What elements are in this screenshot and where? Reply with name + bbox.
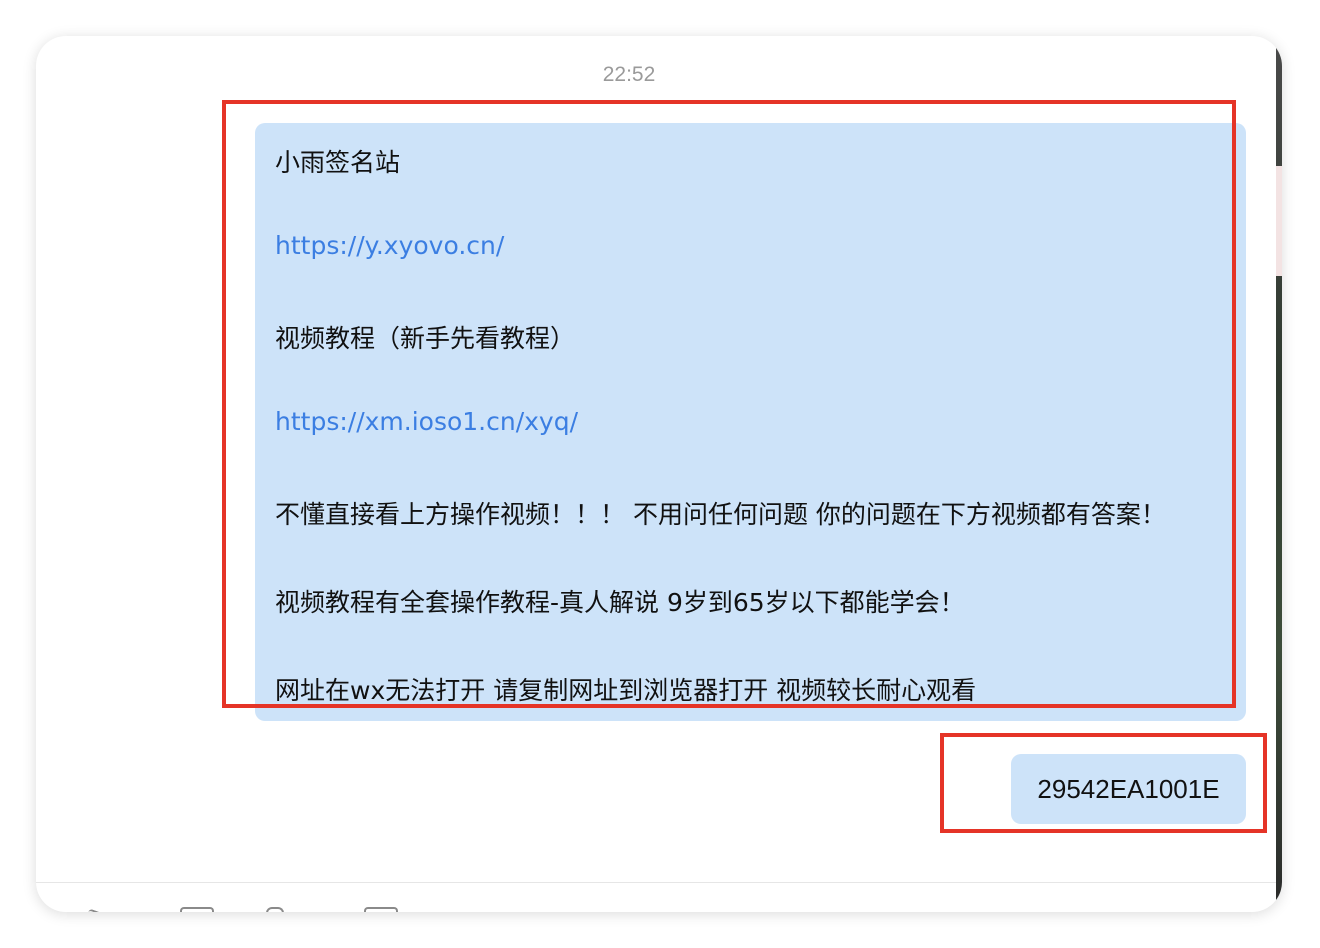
message-timestamp: 22:52 <box>602 63 656 86</box>
message-bubble[interactable]: 小雨签名站 https://y.xyovo.cn/ 视频教程（新手先看教程） h… <box>255 123 1246 721</box>
message-link[interactable]: https://xm.ioso1.cn/xyq/ <box>275 407 578 436</box>
message-line: 视频教程有全套操作教程-真人解说 9岁到65岁以下都能学会！ <box>275 588 965 617</box>
message-line: 小雨签名站 <box>275 148 401 177</box>
attachment-icon[interactable] <box>266 907 284 912</box>
folder-icon[interactable] <box>180 907 214 912</box>
input-divider <box>36 882 1276 883</box>
message-line: 不懂直接看上方操作视频！！！ 不用问任何问题 你的问题在下方视频都有答案！ <box>275 500 1166 529</box>
chat-window: 22:52 小雨签名站 https://y.xyovo.cn/ 视频教程（新手先… <box>36 36 1282 912</box>
background-window-edge <box>1276 36 1282 912</box>
message-line: 网址在wx无法打开 请复制网址到浏览器打开 视频较长耐心观看 <box>275 676 977 705</box>
scissors-icon[interactable] <box>83 908 113 912</box>
message-line: 视频教程（新手先看教程） <box>275 324 576 353</box>
message-link[interactable]: https://y.xyovo.cn/ <box>275 231 504 260</box>
screenshot-icon[interactable] <box>364 907 398 912</box>
message-bubble-code[interactable]: 29542EA1001E <box>1011 754 1246 824</box>
